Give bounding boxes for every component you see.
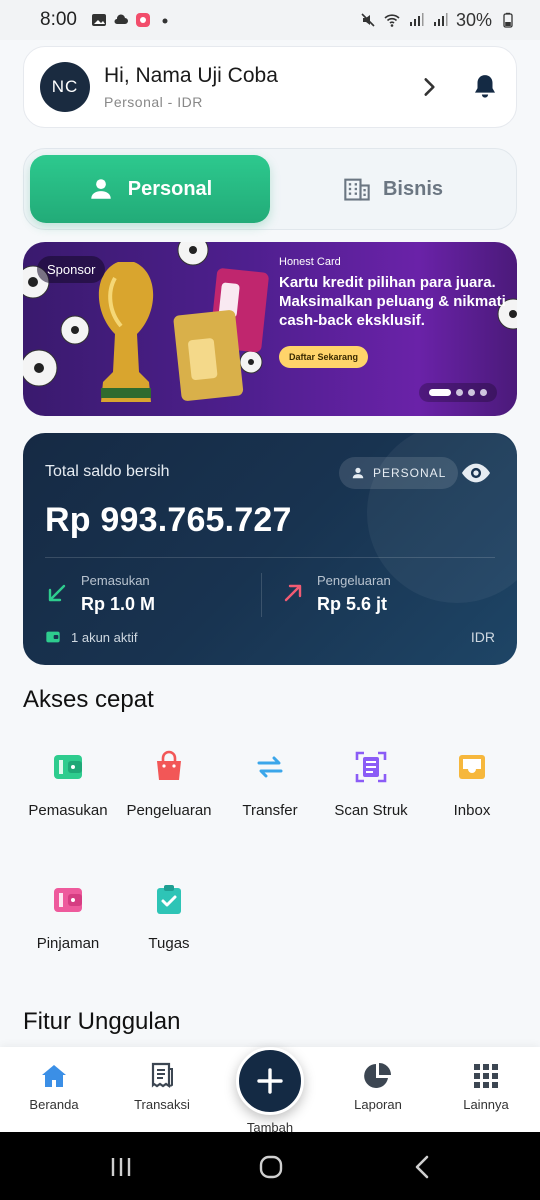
quick-access-label: Scan Struk <box>334 802 408 819</box>
quick-access-transfer[interactable]: Transfer <box>220 750 320 819</box>
wallet-icon <box>54 755 82 779</box>
divider <box>45 557 495 558</box>
shopping-bag-icon <box>157 750 181 780</box>
scan-receipt-icon <box>355 751 387 783</box>
battery-icon <box>503 12 513 28</box>
battery-percent: 30% <box>455 9 492 30</box>
mute-icon <box>361 13 375 27</box>
carousel-indicator[interactable] <box>419 383 497 402</box>
back-icon[interactable] <box>410 1154 436 1180</box>
sponsor-badge: Sponsor <box>37 256 106 283</box>
nav-label: Lainnya <box>463 1097 509 1112</box>
recent-apps-icon[interactable] <box>108 1154 134 1180</box>
pie-chart-icon <box>364 1063 391 1088</box>
receipt-icon <box>151 1062 173 1089</box>
active-accounts-text: 1 akun aktif <box>71 629 138 645</box>
account-type-chip-label: PERSONAL <box>373 466 447 480</box>
nav-label: Transaksi <box>134 1097 190 1112</box>
nav-transaksi[interactable]: Transaksi <box>112 1061 212 1112</box>
home-icon <box>42 1065 66 1087</box>
carousel-dot-active[interactable] <box>429 389 451 396</box>
quick-access-scan-struk[interactable]: Scan Struk <box>321 750 421 819</box>
nav-lainnya[interactable]: Lainnya <box>436 1061 536 1112</box>
expense-summary: Pengeluaran Rp 5.6 jt <box>281 573 391 615</box>
banner-text: Kartu kredit pilihan para juara. Maksima… <box>279 274 506 329</box>
profile-subtitle: Personal - IDR <box>104 94 203 110</box>
carousel-dot[interactable] <box>456 389 463 396</box>
currency-label: IDR <box>470 629 495 645</box>
status-bar: 8:00 30% <box>0 0 540 40</box>
app-notification-icon <box>135 13 150 27</box>
nav-label: Laporan <box>354 1097 402 1112</box>
transfer-icon <box>257 756 283 778</box>
system-nav-bar <box>0 1132 540 1200</box>
tab-personal[interactable]: Personal <box>30 155 270 223</box>
quick-access-pemasukan[interactable]: Pemasukan <box>18 750 118 819</box>
dot-icon <box>162 18 168 24</box>
tab-bisnis-label: Bisnis <box>382 177 444 200</box>
clipboard-check-icon <box>157 885 181 914</box>
wallet-icon <box>46 631 60 643</box>
account-type-chip[interactable]: PERSONAL <box>339 457 459 489</box>
person-icon <box>91 179 111 199</box>
inbox-icon <box>459 755 485 779</box>
expense-label: Pengeluaran <box>317 573 391 588</box>
quick-access-label: Pinjaman <box>36 935 100 952</box>
quick-access-inbox[interactable]: Inbox <box>422 750 522 819</box>
wifi-icon <box>384 14 400 27</box>
loan-wallet-icon <box>54 888 82 912</box>
income-summary: Pemasukan Rp 1.0 M <box>45 573 155 615</box>
person-icon <box>352 467 364 479</box>
balance-label: Total saldo bersih <box>45 463 170 480</box>
chevron-right-icon[interactable] <box>416 74 442 100</box>
quick-access-label: Inbox <box>453 802 491 819</box>
register-button[interactable]: Daftar Sekarang <box>279 346 369 368</box>
expense-value: Rp 5.6 jt <box>317 594 388 614</box>
eye-icon[interactable] <box>460 457 492 489</box>
gallery-icon <box>91 14 106 26</box>
balance-card: Total saldo bersih PERSONAL Rp 993.765.7… <box>23 433 517 665</box>
carousel-dot[interactable] <box>468 389 475 396</box>
features-title: Fitur Unggulan <box>23 1008 181 1035</box>
quick-access-tugas[interactable]: Tugas <box>119 883 219 952</box>
promo-banner[interactable]: Sponsor Honest Card Kartu kredit pilihan… <box>23 242 517 416</box>
add-button[interactable] <box>236 1047 304 1115</box>
quick-access-label: Pengeluaran <box>126 802 212 819</box>
bell-icon[interactable] <box>470 72 500 102</box>
tab-bisnis[interactable]: Bisnis <box>274 155 512 223</box>
cloud-icon <box>114 14 128 24</box>
carousel-dot[interactable] <box>480 389 487 396</box>
banner-label: Honest Card <box>279 256 341 268</box>
status-time: 8:00 <box>40 9 77 30</box>
nav-beranda[interactable]: Beranda <box>4 1061 104 1112</box>
quick-access-pinjaman[interactable]: Pinjaman <box>18 883 118 952</box>
tab-personal-label: Personal <box>127 177 213 200</box>
income-value: Rp 1.0 M <box>81 594 156 614</box>
signal-icon-2 <box>433 13 448 26</box>
nav-label: Beranda <box>29 1097 79 1112</box>
account-type-toggle: Personal Bisnis <box>23 148 517 230</box>
quick-access-label: Pemasukan <box>28 802 108 819</box>
active-accounts: 1 akun aktif <box>45 629 138 645</box>
profile-card[interactable]: NC Hi, Nama Uji Coba Personal - IDR <box>23 46 517 128</box>
quick-access-label: Tugas <box>148 935 190 952</box>
quick-access-pengeluaran[interactable]: Pengeluaran <box>119 750 219 819</box>
plus-icon <box>257 1068 283 1094</box>
building-icon <box>344 178 370 201</box>
arrow-up-right-icon <box>284 584 302 602</box>
home-button-icon[interactable] <box>258 1154 284 1180</box>
grid-icon <box>474 1064 498 1088</box>
greeting: Hi, Nama Uji Coba <box>104 64 278 87</box>
quick-access-title: Akses cepat <box>23 686 154 713</box>
avatar: NC <box>40 62 90 112</box>
balance-amount: Rp 993.765.727 <box>45 501 292 539</box>
divider-vertical <box>261 573 262 617</box>
income-label: Pemasukan <box>81 573 150 588</box>
nav-laporan[interactable]: Laporan <box>328 1061 428 1112</box>
signal-icon <box>409 13 424 26</box>
arrow-down-left-icon <box>48 584 66 602</box>
quick-access-label: Transfer <box>242 802 298 819</box>
